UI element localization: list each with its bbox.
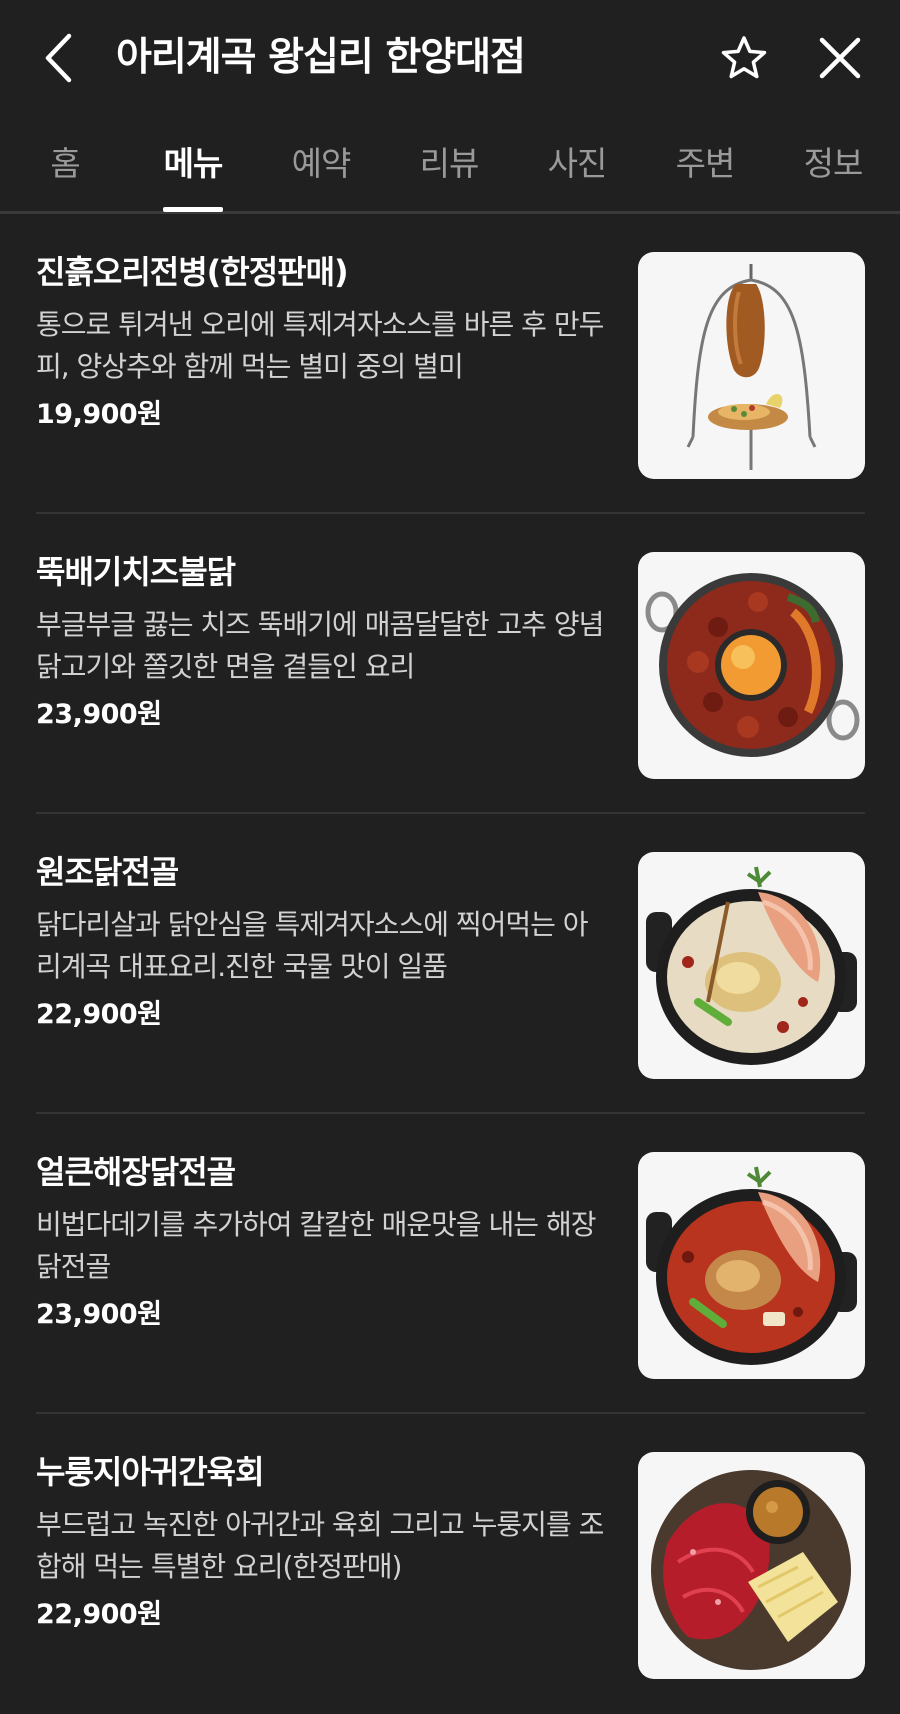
app-header: 아리계곡 왕십리 한양대점 [0,0,900,116]
menu-item-price: 23,900원 [36,1299,162,1330]
menu-item-photo [638,1452,865,1679]
tab-menu[interactable]: 메뉴 [138,116,248,212]
back-button[interactable] [36,30,80,86]
menu-item-name: 뚝배기치즈불닭 [36,553,236,591]
menu-item-price: 23,900원 [36,699,162,730]
tab-photos[interactable]: 사진 [522,116,632,211]
menu-item-name: 얼큰해장닭전골 [36,1153,236,1191]
menu-item-name: 진흙오리전병(한정판매) [36,253,349,291]
menu-item-description: 닭다리살과 닭안심을 특제겨자소스에 찍어먹는 아리계곡 대표요리.진한 국물 … [36,908,589,983]
close-button[interactable] [812,30,868,86]
menu-item-photo [638,1152,865,1379]
menu-item-photo [638,252,865,479]
menu-item-name: 원조닭전골 [36,853,179,891]
menu-item-price: 22,900원 [36,999,162,1030]
tab-reviews[interactable]: 리뷰 [394,116,504,211]
favorite-button[interactable] [716,30,772,86]
menu-item-photo [638,852,865,1079]
tab-home[interactable]: 홈 [10,116,120,211]
menu-item-name: 누룽지아귀간육회 [36,1453,265,1491]
tab-nearby[interactable]: 주변 [650,116,760,211]
close-icon [819,37,861,79]
menu-item-price: 22,900원 [36,1599,162,1630]
page-title: 아리계곡 왕십리 한양대점 [116,35,526,80]
menu-item[interactable]: 진흙오리전병(한정판매) 통으로 튀겨낸 오리에 특제겨자소스를 바른 후 만두… [36,214,865,514]
tab-bar: 홈 메뉴 예약 리뷰 사진 주변 정보 [0,116,900,214]
menu-item[interactable]: 누룽지아귀간육회 부드럽고 녹진한 아귀간과 육회 그리고 누룽지를 조합해 먹… [36,1414,865,1714]
tab-reservation[interactable]: 예약 [266,116,376,211]
menu-item-price: 19,900원 [36,399,162,430]
menu-item-description: 통으로 튀겨낸 오리에 특제겨자소스를 바른 후 만두피, 양상추와 함께 먹는… [36,308,604,383]
chevron-left-icon [45,33,72,83]
menu-item-photo [638,552,865,779]
menu-item-description: 부드럽고 녹진한 아귀간과 육회 그리고 누룽지를 조합해 먹는 특별한 요리(… [36,1508,604,1583]
menu-item[interactable]: 뚝배기치즈불닭 부글부글 끓는 치즈 뚝배기에 매콤달달한 고추 양념 닭고기와… [36,514,865,814]
menu-item-description: 비법다데기를 추가하여 칼칼한 매운맛을 내는 해장 닭전골 [36,1208,596,1283]
menu-item[interactable]: 얼큰해장닭전골 비법다데기를 추가하여 칼칼한 매운맛을 내는 해장 닭전골 2… [36,1114,865,1414]
menu-item[interactable]: 원조닭전골 닭다리살과 닭안심을 특제겨자소스에 찍어먹는 아리계곡 대표요리.… [36,814,865,1114]
tab-info[interactable]: 정보 [778,116,888,211]
star-outline-icon [721,36,767,79]
menu-item-description: 부글부글 끓는 치즈 뚝배기에 매콤달달한 고추 양념 닭고기와 쫄깃한 면을 … [36,608,604,683]
